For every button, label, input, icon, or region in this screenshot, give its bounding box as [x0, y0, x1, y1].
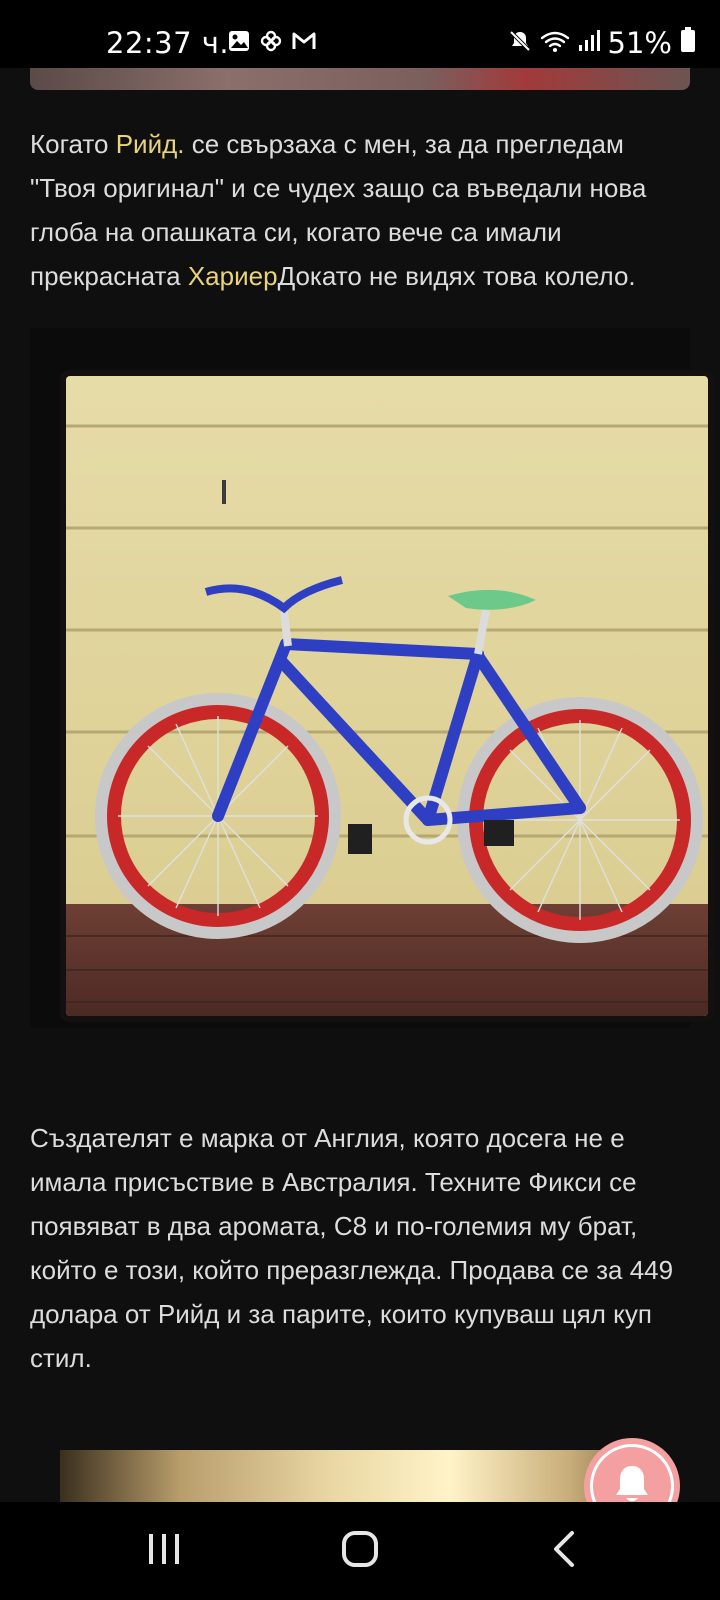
mute-icon [508, 26, 532, 60]
gmail-icon [292, 30, 316, 52]
article-paragraph: Създателят е марка от Англия, която досе… [30, 1123, 674, 1373]
article-content[interactable]: Когато Рийд. се свързаха с мен, за да пр… [0, 68, 720, 1502]
reid-link[interactable]: Рийд. [116, 129, 185, 159]
wifi-icon [540, 26, 570, 60]
notification-bell-icon [612, 1463, 652, 1503]
recents-icon [147, 1533, 181, 1570]
next-article-image [60, 1450, 660, 1502]
status-system-icons: 51% [508, 26, 696, 60]
notification-subscribe-button[interactable] [584, 1438, 680, 1502]
pinwheel-icon [260, 30, 282, 52]
back-icon [551, 1530, 577, 1573]
paragraph-text: Докато не видях това колело. [277, 261, 636, 291]
home-icon [341, 1530, 379, 1573]
article-paragraph: Когато Рийд. се свързаха с мен, за да пр… [30, 122, 690, 298]
gallery-icon [228, 30, 250, 52]
paragraph-text: Когато [30, 129, 116, 159]
battery-icon [680, 26, 696, 60]
harrier-link[interactable]: Хариер [188, 261, 278, 291]
recents-button[interactable] [136, 1526, 192, 1576]
bicycle-photo[interactable] [66, 376, 708, 1016]
previous-article-image [30, 68, 690, 90]
signal-icon [578, 26, 600, 60]
bicycle-image-card [30, 328, 708, 1028]
notification-button-ring [590, 1444, 674, 1502]
status-bar: 22:37 ч. 51% [0, 0, 720, 68]
status-notification-icons [228, 30, 316, 52]
back-button[interactable] [536, 1526, 592, 1576]
home-button[interactable] [332, 1526, 388, 1576]
status-time: 22:37 ч. [106, 26, 230, 60]
battery-text: 51% [607, 26, 672, 60]
navigation-bar [0, 1502, 720, 1600]
